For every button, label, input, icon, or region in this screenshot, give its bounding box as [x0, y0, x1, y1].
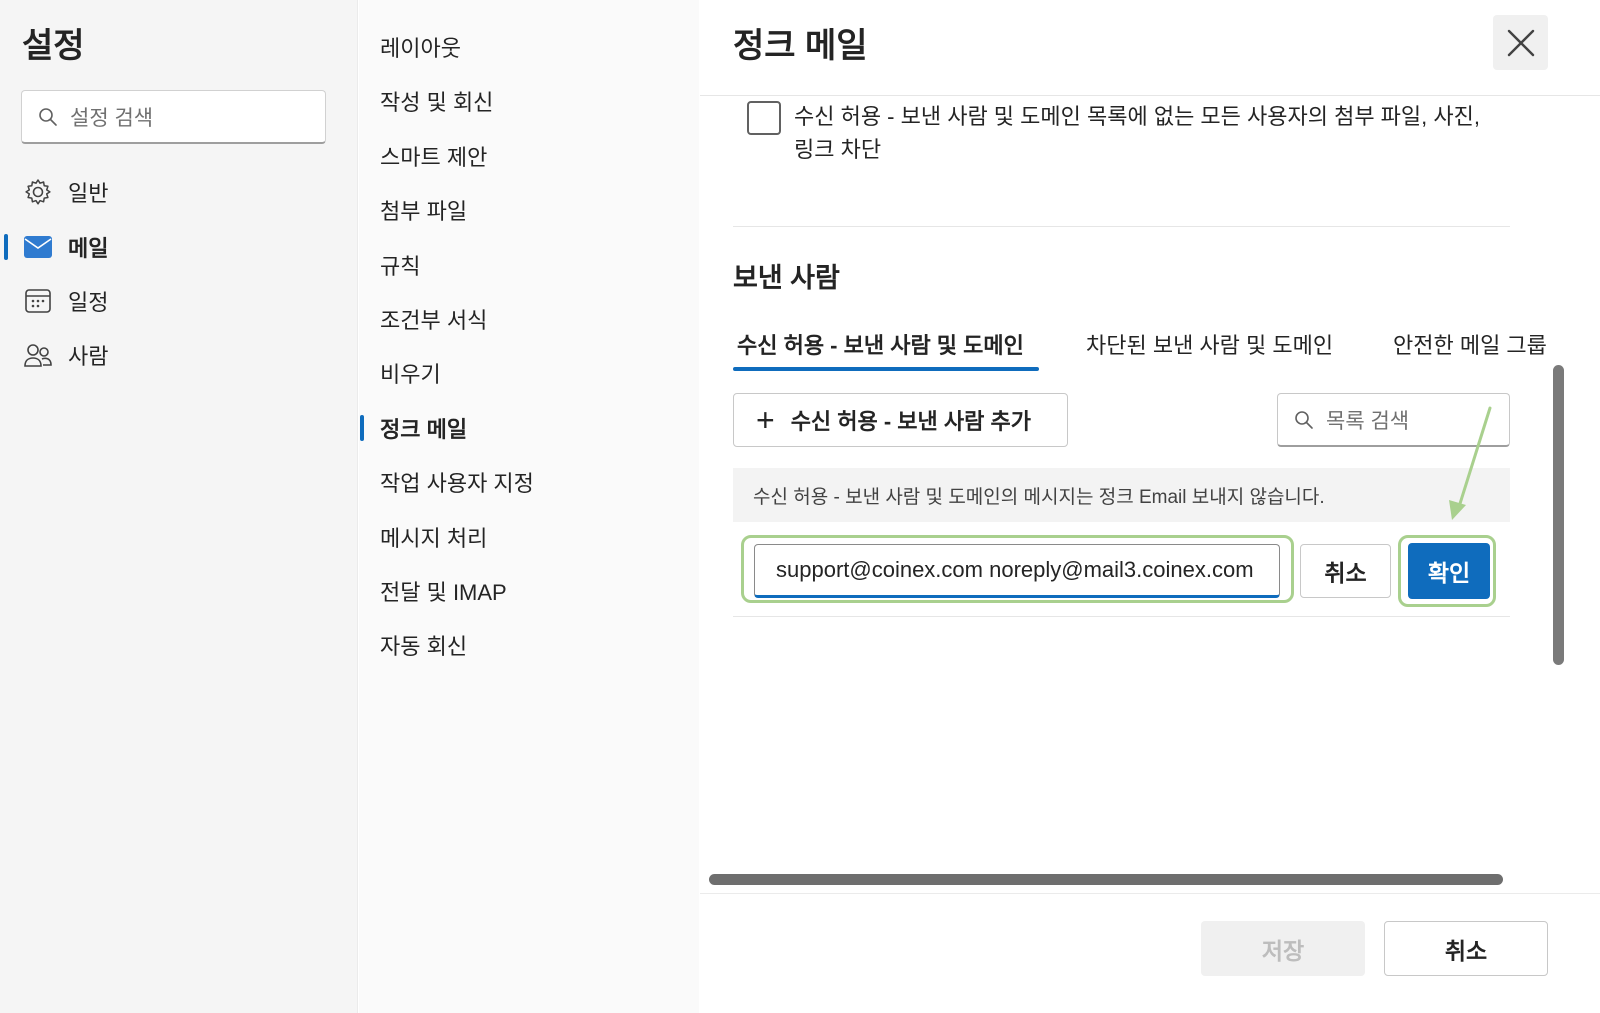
settings-search-input[interactable]: 설정 검색: [21, 90, 326, 144]
submenu-item-sweep[interactable]: 비우기: [359, 350, 699, 396]
settings-search-placeholder: 설정 검색: [70, 106, 154, 130]
save-button[interactable]: 저장: [1201, 921, 1365, 976]
submenu-item-forwarding-imap[interactable]: 전달 및 IMAP: [359, 568, 699, 614]
settings-nav: 설정 설정 검색 일반 메일 일정 사람: [0, 0, 358, 1013]
submenu-item-layout[interactable]: 레이아웃: [359, 24, 699, 70]
search-icon: [39, 107, 57, 126]
people-icon: [22, 339, 54, 371]
mail-icon: [22, 231, 54, 263]
add-safe-sender-button[interactable]: + 수신 허용 - 보낸 사람 추가: [733, 393, 1068, 447]
inline-cancel-button[interactable]: 취소: [1300, 544, 1391, 598]
info-message: 수신 허용 - 보낸 사람 및 도메인의 메시지는 정크 Email 보내지 않…: [733, 468, 1510, 522]
section-title: 보낸 사람: [733, 263, 840, 293]
submenu-item-automatic-replies[interactable]: 자동 회신: [359, 622, 699, 668]
active-tab-indicator: [733, 367, 1039, 371]
list-search-input[interactable]: 목록 검색: [1277, 393, 1510, 447]
submenu-item-conditional-formatting[interactable]: 조건부 서식: [359, 296, 699, 342]
footer-divider: [700, 893, 1600, 894]
block-attachments-checkbox[interactable]: [747, 101, 781, 135]
junk-email-pane: 정크 메일 수신 허용 - 보낸 사람 및 도메인 목록에 없는 모든 사용자의…: [700, 0, 1600, 1013]
nav-item-general[interactable]: 일반: [0, 167, 358, 217]
tab-safe-senders[interactable]: 수신 허용 - 보낸 사람 및 도메인: [737, 328, 1024, 360]
tab-safe-mailing-lists[interactable]: 안전한 메일 그룹: [1393, 328, 1546, 360]
header-divider: [700, 95, 1600, 96]
nav-item-label: 일반: [68, 181, 109, 206]
cancel-button[interactable]: 취소: [1384, 921, 1548, 976]
calendar-icon: [22, 285, 54, 317]
submenu-item-smart-suggestions[interactable]: 스마트 제안: [359, 133, 699, 179]
nav-item-label: 사람: [68, 344, 109, 369]
divider: [733, 616, 1510, 617]
nav-item-label: 메일: [68, 236, 109, 261]
gear-icon: [22, 176, 54, 208]
add-safe-sender-label: 수신 허용 - 보낸 사람 추가: [790, 409, 1031, 434]
horizontal-scrollbar[interactable]: [709, 874, 1503, 885]
plus-icon: +: [756, 402, 775, 438]
settings-title: 설정: [22, 27, 85, 65]
nav-item-people[interactable]: 사람: [0, 330, 358, 380]
submenu-item-rules[interactable]: 규칙: [359, 242, 699, 288]
close-button[interactable]: [1493, 15, 1548, 70]
block-attachments-label: 수신 허용 - 보낸 사람 및 도메인 목록에 없는 모든 사용자의 첨부 파일…: [794, 104, 1480, 162]
search-icon: [1295, 410, 1313, 429]
submenu-item-customize-actions[interactable]: 작업 사용자 지정: [359, 459, 699, 505]
submenu-item-message-handling[interactable]: 메시지 처리: [359, 514, 699, 560]
input-highlight: [741, 535, 1294, 603]
list-search-placeholder: 목록 검색: [1326, 409, 1410, 433]
submenu-item-compose[interactable]: 작성 및 회신: [359, 78, 699, 124]
nav-item-mail[interactable]: 메일: [0, 222, 358, 272]
mail-submenu: 레이아웃 작성 및 회신 스마트 제안 첨부 파일 규칙 조건부 서식 비우기 …: [359, 0, 699, 1013]
confirm-highlight: [1398, 535, 1496, 607]
tab-blocked-senders[interactable]: 차단된 보낸 사람 및 도메인: [1086, 328, 1333, 360]
nav-item-calendar[interactable]: 일정: [0, 276, 358, 326]
vertical-scrollbar[interactable]: [1553, 365, 1564, 665]
submenu-item-junk-email[interactable]: 정크 메일: [359, 405, 699, 451]
divider: [733, 226, 1510, 227]
page-title: 정크 메일: [733, 27, 868, 65]
submenu-item-attachments[interactable]: 첨부 파일: [359, 187, 699, 233]
nav-item-label: 일정: [68, 290, 109, 315]
close-icon: [1507, 29, 1534, 56]
